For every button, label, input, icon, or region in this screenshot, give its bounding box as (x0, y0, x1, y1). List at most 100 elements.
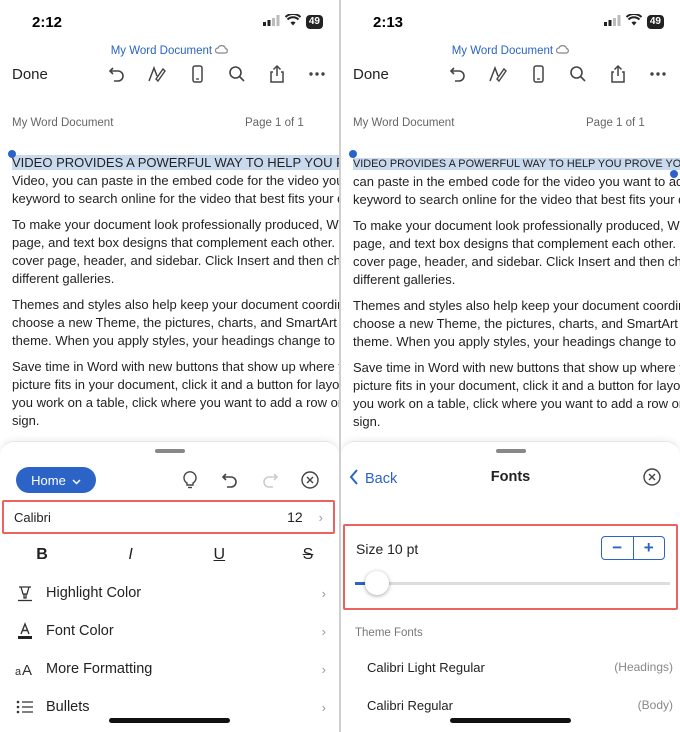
more-icon[interactable] (646, 62, 670, 86)
selection-handle-start[interactable] (8, 150, 16, 158)
document-title-text: My Word Document (110, 45, 213, 57)
home-menu-button[interactable]: Home (16, 467, 96, 493)
paragraph: Themes and styles also help keep your do… (12, 296, 339, 350)
close-icon[interactable] (642, 467, 662, 492)
text-line: you work on a table, click where you wan… (12, 395, 339, 410)
share-icon[interactable] (265, 62, 289, 86)
selected-text: VIDEO PROVIDES A POWERFUL WAY TO HELP YO… (12, 155, 339, 170)
paragraph: VIDEO PROVIDES A POWERFUL WAY TO HELP YO… (353, 154, 680, 209)
battery-icon: 49 (646, 15, 664, 29)
text-line: page, and text box designs that compleme… (12, 235, 339, 250)
paragraph: Save time in Word with new buttons that … (12, 358, 339, 430)
search-icon[interactable] (225, 62, 249, 86)
document-body[interactable]: VIDEO PROVIDES A POWERFUL WAY TO HELP YO… (353, 154, 680, 439)
more-formatting-icon: aA (14, 661, 36, 677)
font-size-label: Size 10 pt (356, 541, 419, 557)
font-size-control: Size 10 pt − + (343, 524, 678, 610)
search-icon[interactable] (566, 62, 590, 86)
document-title[interactable]: My Word Document (0, 44, 339, 57)
draw-icon[interactable] (145, 62, 169, 86)
cloud-sync-icon (556, 45, 570, 57)
text-line: theme. When you apply styles, your headi… (12, 333, 339, 348)
redo-icon[interactable] (258, 468, 282, 492)
formatting-sheet: Home Calibri 12 › B I U S Highlight Colo… (0, 441, 339, 732)
undo-icon[interactable] (446, 62, 470, 86)
font-picker-row[interactable]: Calibri 12 › (2, 500, 335, 534)
home-indicator[interactable] (450, 718, 571, 723)
text-line: Themes and styles also help keep your do… (12, 297, 339, 312)
strikethrough-button[interactable]: S (296, 546, 320, 564)
chevron-right-icon: › (321, 661, 326, 677)
text-line: can paste in the embed code for the vide… (353, 174, 680, 189)
phone-left: 2:12 49 My Word Document Done My Word Do… (0, 0, 339, 732)
text-line: picture fits in your document, click it … (12, 377, 339, 392)
signal-icon (603, 13, 621, 31)
status-time: 2:12 (32, 14, 63, 31)
chevron-right-icon: › (321, 623, 326, 639)
draw-icon[interactable] (486, 62, 510, 86)
size-slider-knob[interactable] (365, 571, 390, 595)
row-label: Bullets (46, 699, 90, 715)
share-icon[interactable] (606, 62, 630, 86)
highlight-color-row[interactable]: Highlight Color › (14, 578, 326, 608)
more-formatting-row[interactable]: aA More Formatting › (14, 654, 326, 684)
selection-handle-start[interactable] (349, 150, 357, 158)
paragraph: VIDEO PROVIDES A POWERFUL WAY TO HELP YO… (12, 154, 339, 208)
phone-view-icon[interactable] (526, 62, 550, 86)
fonts-header: Back Fonts (341, 467, 680, 493)
page-header-title: My Word Document (12, 117, 114, 129)
paragraph: Save time in Word with new buttons that … (353, 359, 680, 431)
toolbar (446, 62, 670, 86)
underline-button[interactable]: U (207, 546, 231, 564)
chevron-down-icon (72, 473, 81, 488)
paragraph: To make your document look professionall… (12, 216, 339, 288)
text-line: To make your document look professionall… (12, 217, 339, 232)
undo-icon[interactable] (105, 62, 129, 86)
font-option-name: Calibri Light Regular (367, 660, 485, 675)
document-title-text: My Word Document (451, 45, 554, 57)
decrease-size-button[interactable]: − (602, 537, 633, 559)
signal-icon (262, 13, 280, 31)
phone-view-icon[interactable] (185, 62, 209, 86)
bullets-icon (14, 699, 36, 715)
done-button[interactable]: Done (12, 66, 48, 83)
text-line: different galleries. (353, 272, 456, 287)
chevron-right-icon: › (321, 585, 326, 601)
bold-button[interactable]: B (30, 546, 54, 564)
selection-handle-end[interactable] (670, 170, 678, 178)
font-color-row[interactable]: Font Color › (14, 616, 326, 646)
text-line: Save time in Word with new buttons that … (353, 360, 680, 375)
size-slider-track[interactable] (355, 582, 670, 585)
chevron-right-icon: › (321, 699, 326, 715)
font-option[interactable]: Calibri Regular (Body) (367, 698, 673, 713)
theme-fonts-heading: Theme Fonts (355, 627, 423, 639)
text-line: you work on a table, click where you wan… (353, 396, 680, 411)
status-bar-icons: 49 (262, 13, 323, 31)
font-option[interactable]: Calibri Light Regular (Headings) (367, 660, 673, 675)
undo-icon[interactable] (218, 468, 242, 492)
page-number: Page 1 of 1 (586, 117, 645, 129)
text-line: theme. When you apply styles, your headi… (353, 334, 680, 349)
text-line: Themes and styles also help keep your do… (353, 298, 680, 313)
svg-text:a: a (15, 666, 22, 677)
paragraph: Themes and styles also help keep your do… (353, 297, 680, 351)
text-line: keyword to search online for the video t… (12, 191, 339, 206)
home-indicator[interactable] (109, 718, 230, 723)
status-time: 2:13 (373, 14, 404, 31)
text-line: different galleries. (12, 271, 115, 286)
format-buttons: B I U S (30, 546, 320, 564)
more-icon[interactable] (305, 62, 329, 86)
font-option-tag: (Headings) (614, 660, 673, 674)
sheet-grabber[interactable] (155, 449, 185, 453)
increase-size-button[interactable]: + (632, 537, 665, 559)
fonts-sheet: Back Fonts Size 10 pt − + Theme Fonts Ca… (341, 441, 680, 732)
close-icon[interactable] (298, 468, 322, 492)
text-line: Video, you can paste in the embed code f… (12, 173, 339, 188)
lightbulb-icon[interactable] (178, 468, 202, 492)
document-body[interactable]: VIDEO PROVIDES A POWERFUL WAY TO HELP YO… (12, 154, 339, 438)
sheet-grabber[interactable] (496, 449, 526, 453)
page-number: Page 1 of 1 (245, 117, 304, 129)
document-title[interactable]: My Word Document (341, 44, 680, 57)
done-button[interactable]: Done (353, 66, 389, 83)
italic-button[interactable]: I (119, 546, 143, 564)
